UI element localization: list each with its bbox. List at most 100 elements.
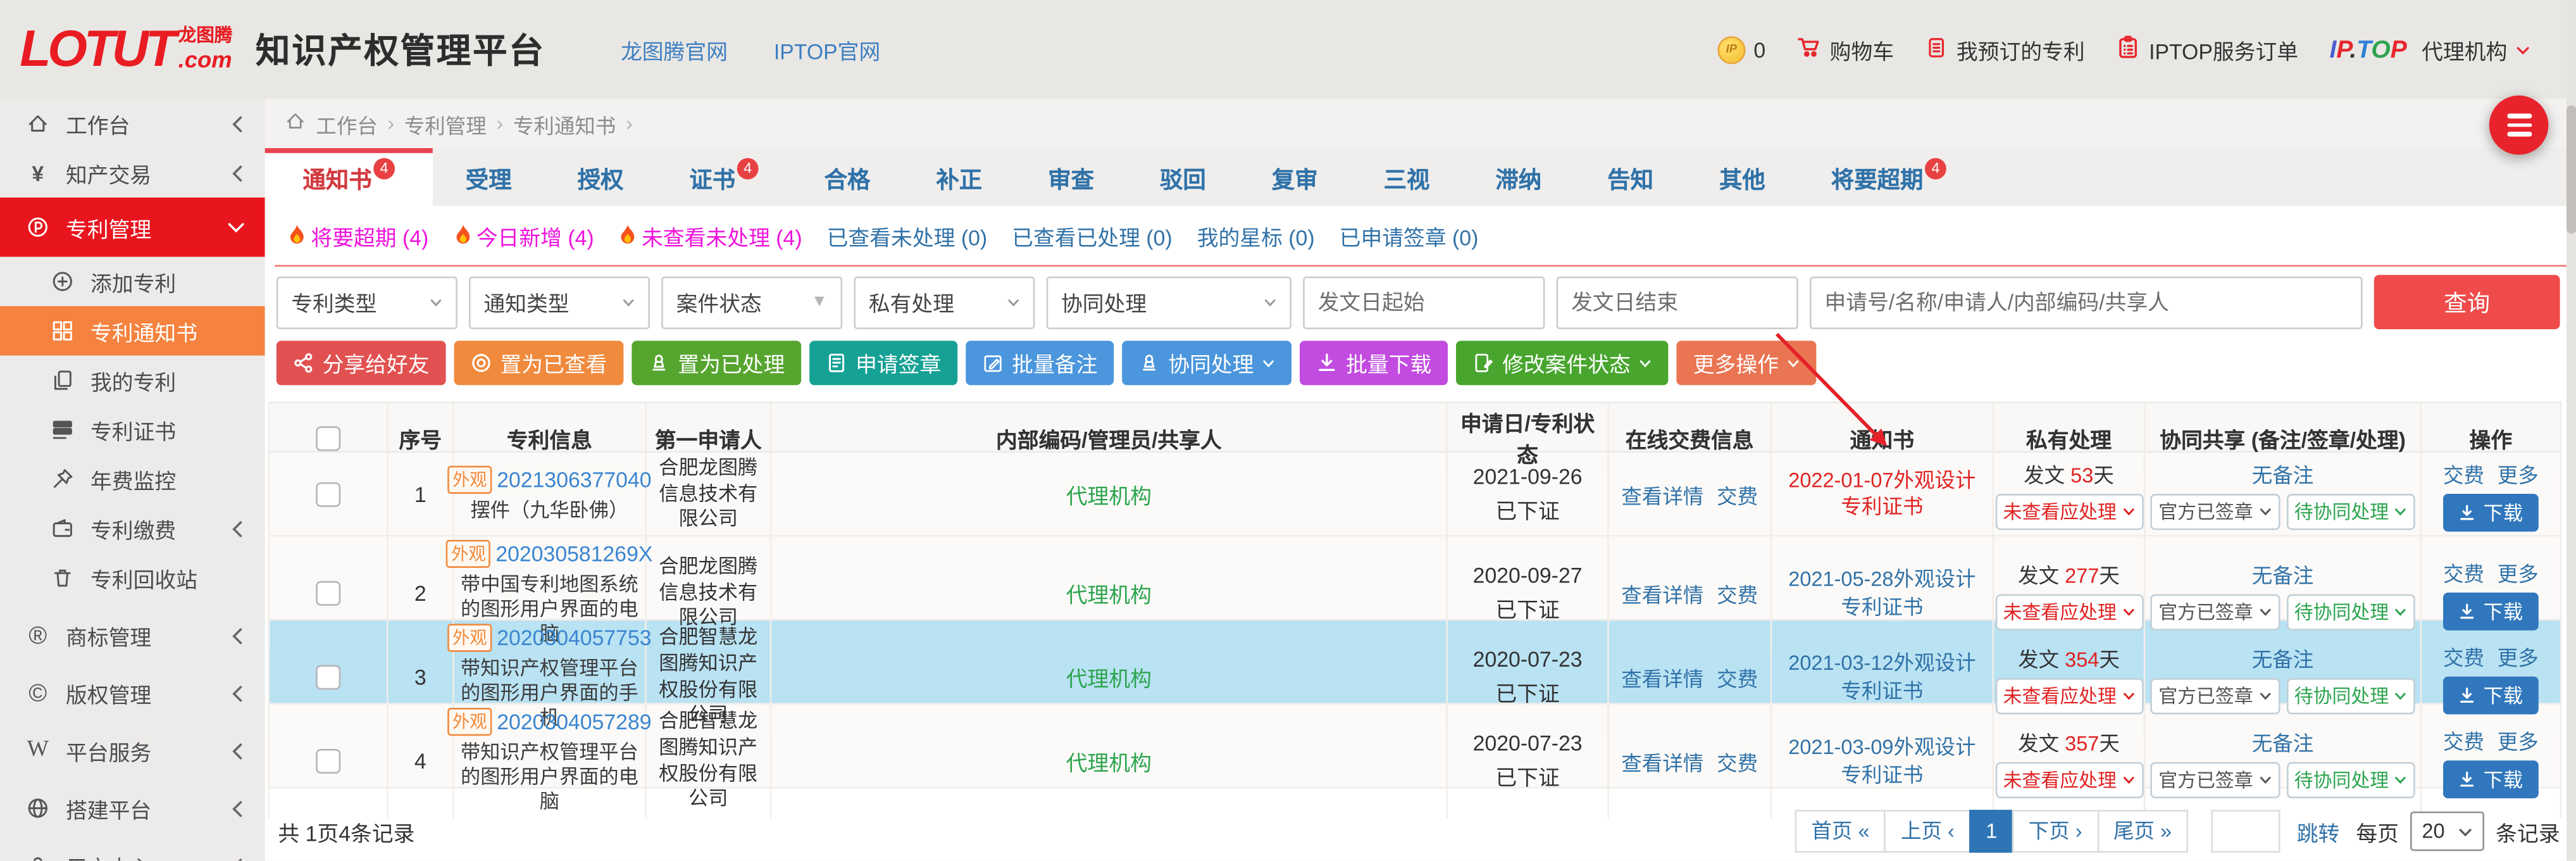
sidebar-item-12[interactable]: W 平台服务 [0,726,265,776]
tab-7[interactable]: 驳回 [1127,148,1239,206]
tab-9[interactable]: 三视 [1351,148,1463,206]
sidebar-item-7[interactable]: 年费监控 [0,455,265,504]
tab-12[interactable]: 其他 [1686,148,1798,206]
row-checkbox[interactable] [316,665,340,689]
bulk-action-7[interactable]: 修改案件状态 [1456,341,1668,385]
bulk-action-4[interactable]: 批量备注 [966,341,1114,385]
op-link-0[interactable]: 交费 [2443,724,2484,755]
pay-link-0[interactable]: 查看详情 [1621,662,1703,693]
filter-select-2[interactable]: 案件状态 ▼ [661,275,842,328]
page-button-1[interactable]: 上页 ‹ [1884,810,1971,853]
row-checkbox[interactable] [316,581,340,606]
private-status-select[interactable]: 未查看应处理 [1995,494,2143,531]
sidebar-item-2[interactable]: 专利管理 [0,198,265,257]
quick-filter-3[interactable]: 已查看未处理 (0) [827,220,988,251]
scrollbar-thumb[interactable] [2567,105,2576,234]
remark-link[interactable]: 无备注 [2252,725,2314,756]
sign-status-select[interactable]: 官方已签章 [2150,494,2279,531]
quick-filter-5[interactable]: 我的星标 (0) [1197,220,1315,251]
logo[interactable]: LOTUT 龙图腾 .com [20,28,232,71]
op-link-0[interactable]: 交费 [2443,458,2484,489]
sidebar-item-11[interactable]: © 版权管理 [0,669,265,718]
pay-link-0[interactable]: 查看详情 [1621,578,1703,609]
sidebar-item-0[interactable]: 工作台 [0,99,265,148]
filter-select-4[interactable]: 协同处理 [1047,275,1291,328]
keyword-search-input[interactable] [1810,275,2363,328]
remark-link[interactable]: 无备注 [2252,557,2314,588]
bulk-action-0[interactable]: 分享给好友 [277,341,446,385]
op-link-1[interactable]: 更多 [2498,640,2539,671]
pay-link-1[interactable]: 交费 [1717,479,1758,510]
op-link-1[interactable]: 更多 [2498,556,2539,588]
per-page-select[interactable]: 20 [2410,812,2484,851]
agency-menu[interactable]: IP.TOP 代理机构 [2330,34,2530,65]
filter-select-1[interactable]: 通知类型 [469,275,650,328]
tab-2[interactable]: 授权 [545,148,657,206]
page-button-3[interactable]: 下页 › [2012,810,2099,853]
quick-filter-4[interactable]: 已查看已处理 (0) [1012,220,1173,251]
select-all-checkbox[interactable] [316,425,340,450]
pay-link-1[interactable]: 交费 [1717,746,1758,777]
patent-number-link[interactable]: 202030581269X [495,541,652,566]
bulk-action-3[interactable]: 申请签章 [809,341,957,385]
sidebar-item-9[interactable]: 专利回收站 [0,553,265,603]
jump-button[interactable]: 跳转 [2297,815,2340,846]
pay-link-0[interactable]: 查看详情 [1621,746,1703,777]
breadcrumb-item-0[interactable]: 工作台 [316,108,378,139]
date-end-input[interactable] [1557,275,1798,328]
tab-8[interactable]: 复审 [1239,148,1351,206]
tab-1[interactable]: 受理 [433,148,545,206]
sidebar-item-3[interactable]: 添加专利 [0,257,265,306]
notice-link[interactable]: 2021-03-09外观设计专利证书 [1779,734,1986,789]
op-link-1[interactable]: 更多 [2498,458,2539,489]
floating-menu-button[interactable] [2489,96,2549,155]
sidebar-item-14[interactable]: 用户中心 [0,841,265,861]
page-jump-input[interactable] [2212,810,2280,853]
tab-11[interactable]: 告知 [1574,148,1686,206]
patent-number-link[interactable]: 2020304057753 [497,625,651,650]
sidebar-item-8[interactable]: 专利缴费 [0,504,265,553]
sidebar-item-1[interactable]: ¥ 知产交易 [0,148,265,198]
row-checkbox[interactable] [316,749,340,774]
breadcrumb-item-2[interactable]: 专利通知书 [513,108,616,139]
quick-filter-2[interactable]: 未查看未处理 (4) [619,220,802,251]
header-nav-link-1[interactable]: IPTOP官网 [774,34,880,65]
filter-select-3[interactable]: 私有处理 [854,275,1035,328]
quick-filter-6[interactable]: 已申请签章 (0) [1340,220,1479,251]
notice-link[interactable]: 2021-05-28外观设计专利证书 [1779,565,1986,621]
search-button[interactable]: 查询 [2374,275,2560,329]
bulk-action-8[interactable]: 更多操作 [1677,341,1817,385]
sidebar-item-10[interactable]: ® 商标管理 [0,611,265,660]
remark-link[interactable]: 无备注 [2252,458,2314,489]
download-button[interactable]: 下载 [2444,494,2537,532]
bulk-action-1[interactable]: 置为已查看 [454,341,624,385]
tab-4[interactable]: 合格 [792,148,904,206]
pay-link-0[interactable]: 查看详情 [1621,479,1703,510]
op-link-0[interactable]: 交费 [2443,640,2484,671]
breadcrumb-item-1[interactable]: 专利管理 [404,108,487,139]
cart-button[interactable]: 购物车 [1797,34,1894,65]
header-nav-link-0[interactable]: 龙图腾官网 [621,34,728,65]
bulk-action-2[interactable]: 置为已处理 [632,341,801,385]
bulk-action-6[interactable]: 批量下载 [1300,341,1448,385]
sidebar-item-5[interactable]: 我的专利 [0,356,265,405]
row-checkbox[interactable] [316,482,340,507]
bulk-action-5[interactable]: 协同处理 [1122,341,1291,385]
tab-13[interactable]: 将要超期 4 [1798,148,1979,206]
reserved-patents-button[interactable]: 我预订的专利 [1925,34,2084,65]
page-button-0[interactable]: 首页 « [1795,810,1886,853]
remark-link[interactable]: 无备注 [2252,641,2314,672]
notice-link[interactable]: 2021-03-12外观设计专利证书 [1779,650,1986,705]
sidebar-item-13[interactable]: 搭建平台 [0,784,265,833]
tab-5[interactable]: 补正 [903,148,1015,206]
patent-number-link[interactable]: 2021306377040 [497,467,651,492]
tab-10[interactable]: 滞纳 [1462,148,1574,206]
pay-link-1[interactable]: 交费 [1717,662,1758,693]
page-button-2[interactable]: 1 [1969,810,2013,853]
quick-filter-1[interactable]: 今日新增 (4) [453,220,594,251]
collab-status-select[interactable]: 待协同处理 [2286,494,2415,531]
op-link-0[interactable]: 交费 [2443,556,2484,588]
notice-link[interactable]: 2022-01-07外观设计专利证书 [1779,467,1986,522]
tab-3[interactable]: 证书 4 [656,148,791,206]
sidebar-item-4[interactable]: 专利通知书 [0,306,265,356]
